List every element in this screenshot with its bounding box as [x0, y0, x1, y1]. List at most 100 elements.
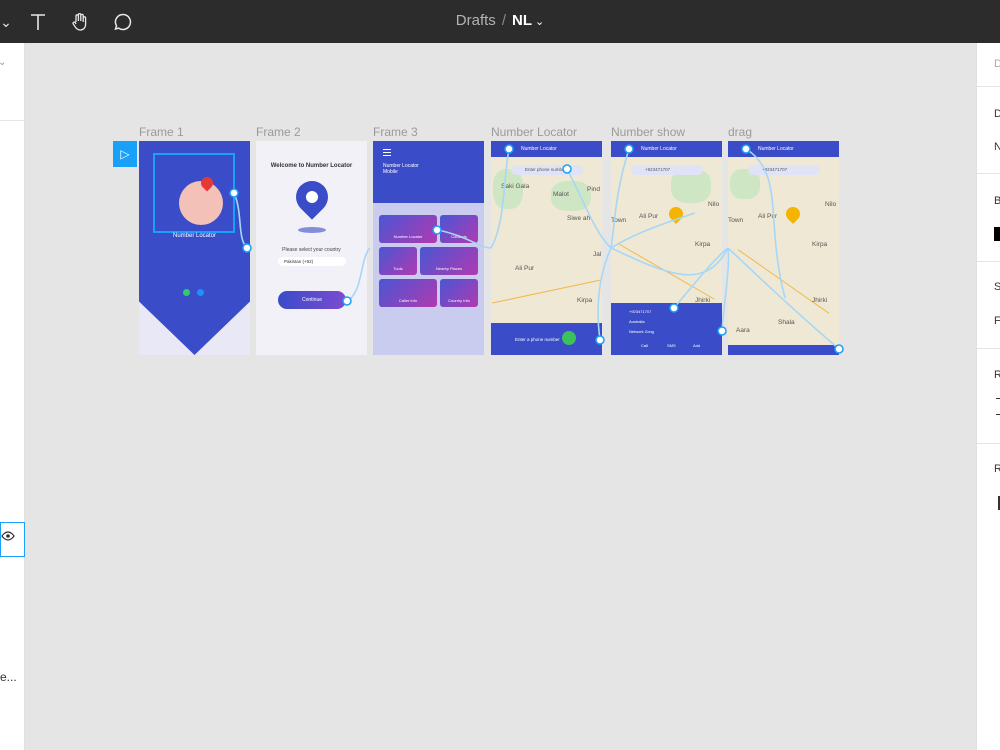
pin-shadow	[298, 227, 326, 233]
project-breadcrumb[interactable]: Drafts	[456, 12, 496, 29]
map-place: Saki Gala	[501, 183, 530, 190]
map-place: Aara	[736, 327, 750, 334]
welcome-heading: Welcome to Number Locator	[270, 163, 353, 169]
map-place: Nilo	[708, 201, 720, 208]
page-dot-active	[183, 289, 190, 296]
map-place: Jhirki	[812, 297, 828, 304]
panel-divider	[977, 86, 1000, 87]
phone-search-input[interactable]: +923471707	[631, 165, 703, 175]
selected-illustration[interactable]	[153, 153, 235, 233]
splash-caption: Number Locator	[172, 233, 217, 239]
frame-label[interactable]: drag	[728, 125, 752, 139]
frame-label[interactable]: Frame 1	[139, 125, 184, 139]
card-network: Network Zong	[629, 329, 654, 334]
frame-3[interactable]: Number Locator Mobile Number Locator Con…	[373, 141, 484, 355]
eye-icon[interactable]	[1, 529, 15, 546]
panel-divider	[977, 348, 1000, 349]
frame-label[interactable]: Frame 2	[256, 125, 301, 139]
map-place: Nilo	[825, 201, 837, 208]
tile-number-locator[interactable]: Number Locator	[379, 215, 437, 243]
map-place: Jal	[593, 251, 602, 258]
flow-start-icon[interactable]: ▷	[113, 141, 137, 167]
phone-entry-text: Enter a phone number	[515, 337, 560, 342]
panel-divider	[0, 120, 25, 121]
card-number: +923471707	[629, 309, 652, 314]
menu-hero: Number Locator Mobile	[373, 141, 484, 203]
frame-label[interactable]: Number show	[611, 125, 685, 139]
dash-icon	[996, 414, 1000, 415]
tile-country-info[interactable]: Country Info	[440, 279, 478, 307]
map-place: Town	[611, 217, 627, 224]
map-place: Pind	[587, 186, 601, 193]
frame-drag[interactable]: Number Locator +923471707 Ali Pur Town N…	[728, 141, 839, 355]
panel-divider	[977, 443, 1000, 444]
map-place: Ali Pur	[515, 265, 535, 272]
add-action[interactable]: Add	[693, 343, 700, 348]
layers-panel: ⌄ e...	[0, 43, 25, 750]
tile-caller-info[interactable]: Caller Info	[379, 279, 437, 307]
page-dot	[197, 289, 204, 296]
section-label: R	[994, 463, 1000, 475]
map-road	[737, 249, 830, 314]
continue-button[interactable]: Continue	[278, 291, 346, 309]
frame-number-locator[interactable]: Number Locator Enter phone number Saki G…	[491, 141, 602, 355]
call-action[interactable]: Call	[641, 343, 648, 348]
hero-title: Number Locator Mobile	[383, 163, 419, 175]
call-icon[interactable]	[562, 331, 576, 345]
location-pin-icon	[783, 204, 803, 224]
hamburger-icon[interactable]	[383, 149, 391, 150]
country-dropdown[interactable]: Pakistan (+92)	[278, 257, 346, 266]
properties-panel: D D N B S F R R	[976, 43, 1000, 750]
file-name[interactable]: NL	[512, 12, 532, 29]
section-value[interactable]: N	[994, 141, 1000, 153]
map-place: Ali Pur	[639, 213, 659, 220]
drag-card-edge[interactable]	[728, 345, 839, 355]
map-place: Siwe ah	[567, 215, 591, 222]
select-country-text: Please select your country	[282, 247, 341, 253]
layer-name-truncated: e...	[0, 670, 17, 684]
tile-tools[interactable]: Tools	[379, 247, 417, 275]
panel-tab-label[interactable]: D	[994, 58, 1000, 70]
location-pin-icon	[666, 204, 686, 224]
section-value[interactable]: F	[994, 315, 1000, 327]
phone-entry-bar: Enter a phone number	[491, 323, 602, 355]
map-place: Ali Pur	[758, 213, 778, 220]
number-info-card: +923471707 Australia Network Zong Call S…	[611, 303, 722, 355]
hand-illustration	[179, 181, 223, 225]
color-swatch[interactable]	[994, 227, 1000, 241]
sms-action[interactable]: SMS	[667, 343, 676, 348]
frame-label[interactable]: Number Locator	[491, 125, 577, 139]
map-header: Number Locator	[611, 141, 722, 157]
map-place: Town	[728, 217, 744, 224]
map-place: Kirpa	[577, 297, 593, 304]
map-header: Number Locator	[728, 141, 839, 157]
design-canvas[interactable]: Frame 1 Frame 2 Frame 3 Number Locator N…	[25, 43, 976, 750]
phone-search-input[interactable]: Enter phone number	[511, 165, 583, 175]
background-section-label: B	[994, 195, 1000, 207]
section-label: D	[994, 108, 1000, 120]
panel-divider	[977, 261, 1000, 262]
section-label: S	[994, 281, 1000, 293]
frame-number-show[interactable]: Number Locator +923471707 Ali Pur Town N…	[611, 141, 722, 355]
tile-contacts[interactable]: Contacts	[440, 215, 478, 243]
dash-icon	[996, 398, 1000, 399]
map-place: Kirpa	[812, 241, 828, 248]
phone-search-input[interactable]: +923471707	[748, 165, 820, 175]
map-place: Malot	[553, 191, 569, 198]
panel-divider	[977, 173, 1000, 174]
frame-1[interactable]: Number Locator	[139, 141, 250, 355]
tile-nearby-places[interactable]: Nearby Places	[420, 247, 478, 275]
section-label: R	[994, 369, 1000, 381]
map-place: Shala	[778, 319, 795, 326]
selected-layer-row[interactable]	[0, 522, 25, 557]
breadcrumb-separator: /	[501, 12, 506, 29]
frame-2[interactable]: Welcome to Number Locator Please select …	[256, 141, 367, 355]
card-country: Australia	[629, 319, 645, 324]
top-toolbar: ⌄ Drafts / NL ⌄	[0, 0, 1000, 43]
frame-label[interactable]: Frame 3	[373, 125, 418, 139]
map-place: Kirpa	[695, 241, 711, 248]
map-header: Number Locator	[491, 141, 602, 157]
map-road	[618, 243, 715, 300]
file-menu-chevron-icon[interactable]: ⌄	[535, 16, 544, 28]
chevron-down-icon[interactable]: ⌄	[0, 57, 6, 68]
